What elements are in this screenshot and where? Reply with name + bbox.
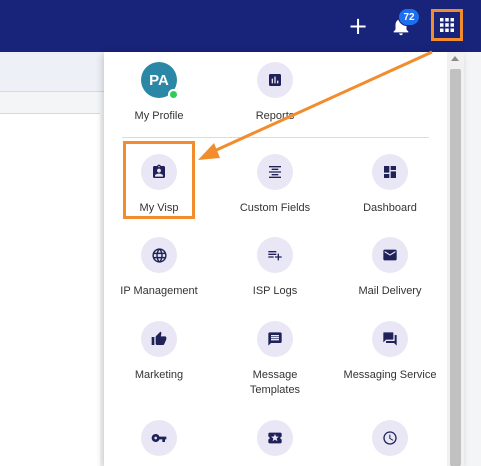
menu-item-label: Marketing: [134, 369, 184, 381]
content-card: [0, 113, 100, 466]
dashboard-icon: [372, 154, 408, 190]
menu-item-reports[interactable]: Reports: [220, 62, 330, 124]
globe-icon: [141, 237, 177, 273]
page-right-gutter: [464, 52, 481, 466]
thumbs-up-icon: [141, 321, 177, 357]
playlist-add-icon: [257, 237, 293, 273]
my-visp-highlight-box: [123, 141, 195, 219]
align-center-icon: [257, 154, 293, 190]
menu-item-message-templates[interactable]: Message Templates: [220, 321, 330, 398]
forum-icon: [372, 321, 408, 357]
clock-icon: [372, 420, 408, 456]
online-status-dot: [168, 89, 179, 100]
message-icon: [257, 321, 293, 357]
menu-divider: [122, 137, 429, 138]
bar-chart-icon: [257, 62, 293, 98]
menu-item-dashboard[interactable]: Dashboard: [335, 154, 445, 216]
menu-item-label: My Profile: [134, 110, 184, 122]
menu-item-key[interactable]: [104, 420, 214, 456]
menu-item-label: ISP Logs: [252, 285, 298, 297]
menu-item-label: Mail Delivery: [358, 285, 422, 297]
scrollbar-thumb[interactable]: [450, 69, 461, 466]
email-icon: [372, 237, 408, 273]
menu-item-custom-fields[interactable]: Custom Fields: [220, 154, 330, 216]
top-navigation-bar: + 72: [0, 0, 481, 52]
notification-count-badge: 72: [398, 8, 420, 26]
avatar-initials: PA: [149, 71, 169, 89]
menu-item-marketing[interactable]: Marketing: [104, 321, 214, 383]
menu-item-clock[interactable]: [335, 420, 445, 456]
menu-item-label: Reports: [255, 110, 295, 122]
menu-item-mail-delivery[interactable]: Mail Delivery: [335, 237, 445, 299]
add-button[interactable]: +: [346, 14, 370, 38]
menu-item-ip-management[interactable]: IP Management: [104, 237, 214, 299]
apps-grid-button[interactable]: [431, 9, 463, 41]
key-icon: [141, 420, 177, 456]
menu-item-messaging-service[interactable]: Messaging Service: [335, 321, 445, 383]
menu-item-label: Custom Fields: [239, 202, 311, 214]
scroll-up-arrow-icon[interactable]: [451, 56, 459, 61]
page-subheader: [0, 52, 104, 92]
avatar: PA: [141, 62, 179, 100]
menu-item-my-profile[interactable]: PA My Profile: [104, 62, 214, 124]
menu-item-label: Dashboard: [363, 202, 417, 214]
apps-grid-icon: [440, 18, 454, 32]
menu-item-label: Messaging Service: [343, 369, 437, 381]
menu-item-label: Message Templates: [249, 369, 301, 396]
ticket-icon: [257, 420, 293, 456]
menu-item-label: IP Management: [120, 285, 198, 297]
menu-item-isp-logs[interactable]: ISP Logs: [220, 237, 330, 299]
menu-item-ticket[interactable]: [220, 420, 330, 456]
menu-scrollbar[interactable]: [447, 52, 464, 466]
